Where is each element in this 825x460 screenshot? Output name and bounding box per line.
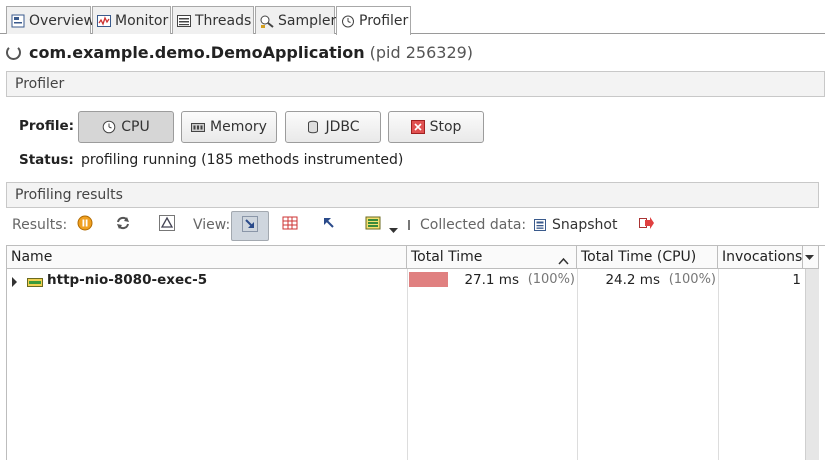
- tab-threads-label: Threads: [195, 12, 252, 29]
- tab-strip: Overview Monitor Threads Sampler Profile…: [0, 6, 825, 35]
- forward-calls-view-button[interactable]: [231, 211, 269, 241]
- memory-button-label: Memory: [210, 119, 267, 135]
- snapshot-label: Snapshot: [552, 217, 618, 233]
- vertical-scrollbar[interactable]: [805, 269, 819, 460]
- profiler-section-header: Profiler: [6, 71, 825, 97]
- cpu-time-percent: (100%): [668, 272, 716, 287]
- column-header-total-time-label: Total Time: [411, 249, 483, 265]
- total-time-value: 27.1 ms: [464, 272, 519, 288]
- application-name: com.example.demo.DemoApplication: [29, 42, 365, 62]
- collected-data-label: Collected data:: [420, 217, 527, 233]
- combined-view-icon: [365, 215, 381, 235]
- results-label: Results:: [12, 217, 68, 233]
- stop-button-label: Stop: [429, 119, 462, 135]
- table-row[interactable]: http-nio-8080-exec-5 27.1 ms (100%) 24.2…: [7, 269, 805, 291]
- invocations-value: 1: [792, 272, 801, 288]
- column-header-total-time-cpu-label: Total Time (CPU): [581, 249, 697, 265]
- tab-threads[interactable]: Threads: [172, 6, 254, 34]
- jdbc-button[interactable]: JDBC: [285, 111, 381, 143]
- tab-sampler-label: Sampler: [278, 12, 337, 29]
- tab-overview-label: Overview: [29, 12, 95, 29]
- column-divider: [577, 269, 578, 460]
- refresh-icon: [115, 215, 131, 235]
- column-divider: [718, 269, 719, 460]
- profiler-section-title: Profiler: [15, 76, 65, 92]
- profiler-icon: [341, 14, 355, 28]
- column-header-name[interactable]: Name: [7, 246, 407, 269]
- toolbar-separator: [408, 220, 410, 230]
- reset-results-button[interactable]: [154, 212, 180, 238]
- memory-chip-icon: [191, 120, 206, 134]
- cpu-button-label: CPU: [121, 119, 150, 135]
- memory-button[interactable]: Memory: [181, 111, 277, 143]
- reverse-calls-view-button[interactable]: [316, 212, 342, 238]
- snapshot-button[interactable]: Snapshot: [533, 212, 617, 238]
- tab-overview[interactable]: Overview: [6, 6, 95, 34]
- table-grid-icon: [282, 215, 298, 235]
- database-icon: [306, 120, 320, 134]
- total-time-percent: (100%): [527, 272, 575, 287]
- combined-view-button[interactable]: [360, 212, 386, 238]
- expand-triangle-icon[interactable]: [11, 275, 18, 291]
- view-dropdown-chevron-down-icon[interactable]: [389, 222, 398, 238]
- column-header-invocations-label: Invocations: [722, 249, 803, 265]
- tab-monitor-label: Monitor: [115, 12, 169, 29]
- progress-spinner-icon: [6, 44, 21, 60]
- column-chooser-chevron-down-icon: [805, 249, 814, 265]
- column-header-total-time[interactable]: Total Time: [407, 246, 577, 269]
- clock-icon: [102, 120, 116, 134]
- tab-profiler[interactable]: Profiler: [336, 6, 411, 35]
- sort-ascending-chevron-up-icon: [558, 253, 569, 269]
- stop-button[interactable]: Stop: [388, 111, 484, 143]
- view-label: View:: [193, 217, 231, 233]
- application-pid: (pid 256329): [369, 42, 474, 62]
- tab-sampler[interactable]: Sampler: [255, 6, 337, 34]
- thread-icon: [27, 275, 43, 291]
- monitor-icon: [97, 14, 111, 28]
- tab-profiler-label: Profiler: [359, 13, 409, 29]
- overview-icon: [11, 14, 25, 28]
- profile-label: Profile:: [19, 118, 75, 134]
- column-header-total-time-cpu[interactable]: Total Time (CPU): [577, 246, 718, 269]
- stop-icon: [410, 120, 425, 134]
- refresh-results-button[interactable]: [110, 212, 136, 238]
- status-label: Status:: [19, 152, 74, 168]
- column-header-invocations[interactable]: Invocations: [718, 246, 803, 269]
- results-section-title: Profiling results: [15, 187, 123, 203]
- cpu-button[interactable]: CPU: [78, 111, 174, 143]
- thread-name: http-nio-8080-exec-5: [47, 272, 208, 288]
- cpu-time-value: 24.2 ms: [605, 272, 660, 288]
- threads-icon: [177, 14, 191, 28]
- export-results-button[interactable]: [633, 212, 659, 238]
- pause-icon: [77, 215, 93, 235]
- hot-spots-view-button[interactable]: [277, 212, 303, 238]
- export-icon: [638, 215, 654, 235]
- status-value: profiling running (185 methods instrumen…: [81, 152, 404, 168]
- results-section-header: Profiling results: [6, 182, 819, 208]
- snapshot-icon: [533, 218, 547, 232]
- tab-monitor[interactable]: Monitor: [92, 6, 171, 34]
- sampler-icon: [260, 14, 274, 28]
- column-divider: [407, 269, 408, 460]
- triangle-icon: [159, 215, 175, 235]
- column-chooser-button[interactable]: [803, 246, 819, 269]
- arrow-down-right-icon: [242, 216, 258, 236]
- pause-results-button[interactable]: [72, 212, 98, 238]
- jdbc-button-label: JDBC: [325, 119, 360, 135]
- column-header-name-label: Name: [11, 249, 53, 265]
- arrow-up-left-icon: [321, 215, 337, 235]
- application-header: com.example.demo.DemoApplication (pid 25…: [6, 40, 473, 64]
